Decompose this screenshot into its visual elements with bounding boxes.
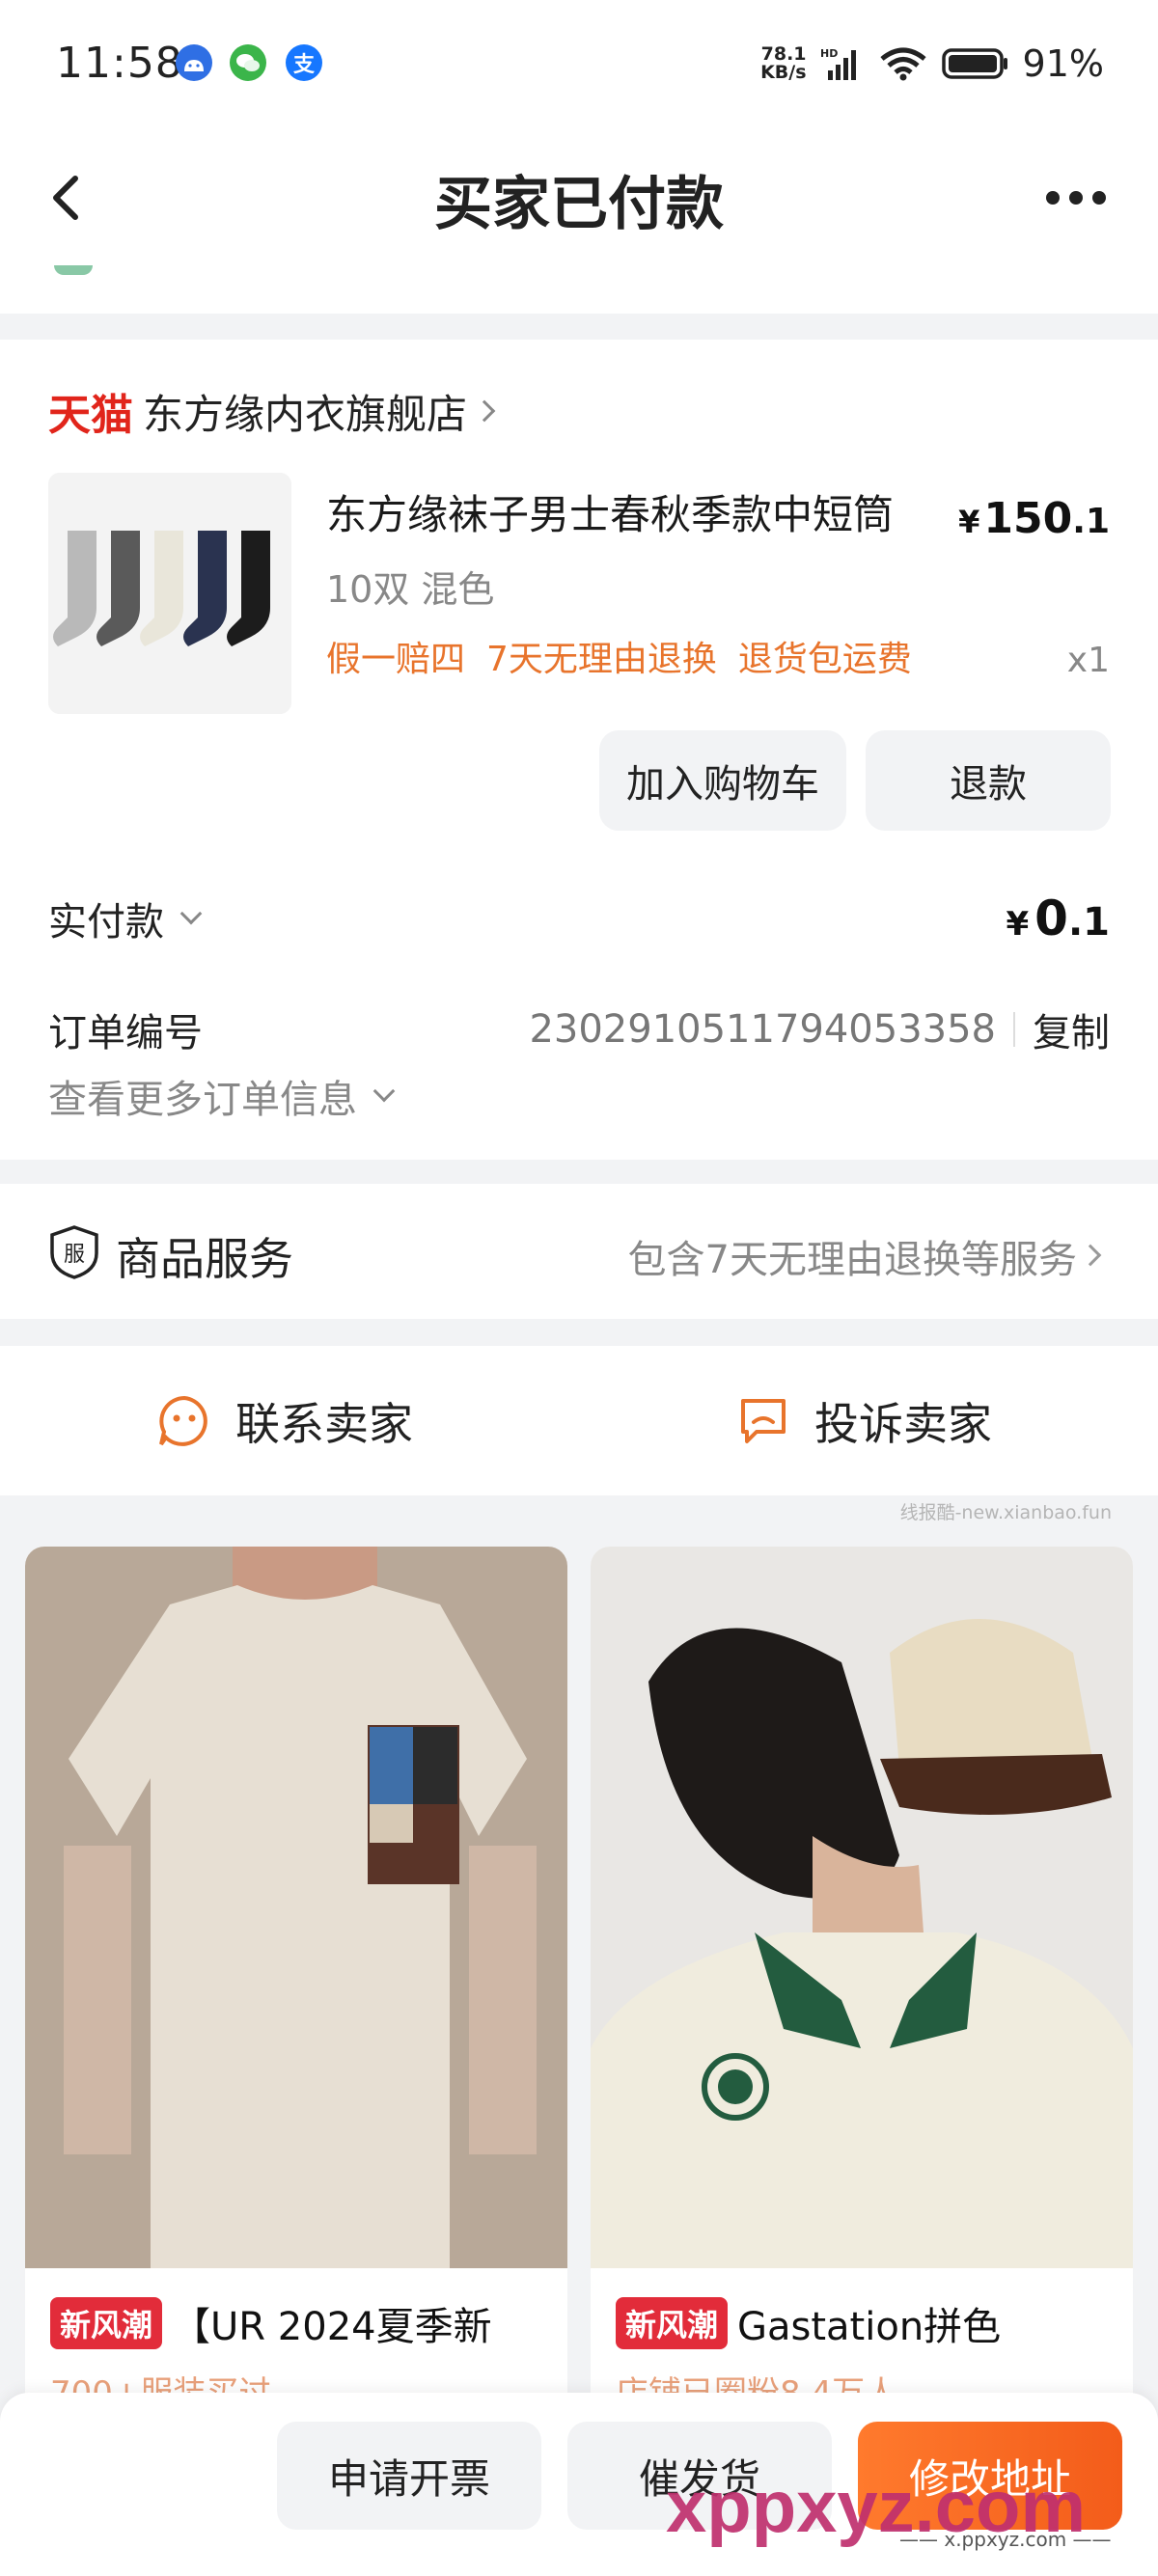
chevron-right-icon	[473, 399, 496, 423]
contact-seller-button[interactable]: 联系卖家	[156, 1389, 413, 1453]
paid-row: 实付款 ¥0.1	[48, 885, 1110, 952]
watermark-text: 线报酷-new.xianbao.fun	[899, 1502, 1112, 1523]
wechat-icon	[230, 44, 266, 81]
net-speed: 78.1 KB/s	[760, 43, 807, 83]
tag-free-return-shipping: 退货包运费	[737, 640, 912, 679]
chat-face-icon	[159, 1395, 207, 1446]
tag-fake-compensation: 假一赔四	[326, 640, 466, 679]
more-options-button[interactable]	[1046, 178, 1116, 217]
chevron-down-icon	[372, 1080, 396, 1103]
trend-badge: 新风潮	[50, 2297, 163, 2349]
wifi-icon	[879, 47, 926, 81]
battery-icon	[941, 48, 1007, 79]
refund-button[interactable]: 退款	[866, 730, 1111, 831]
service-description: 包含7天无理由退换等服务	[627, 1238, 1077, 1282]
header-strip	[0, 265, 1158, 314]
product-sku: 10双 混色	[326, 568, 495, 611]
complaint-icon	[741, 1399, 786, 1443]
service-shield-icon: 服	[50, 1225, 98, 1279]
order-card: 天猫 东方缘内衣旗舰店 东方缘袜子男士春秋季款中短筒 ¥150.1 10双 混色…	[0, 340, 1158, 1160]
status-indicators: 78.1 KB/s HD 91%	[760, 42, 1104, 85]
contact-card: 联系卖家 投诉卖家	[0, 1346, 1158, 1495]
page-title: 买家已付款	[434, 171, 724, 238]
order-number-label: 订单编号	[48, 1011, 203, 1055]
product-price: ¥150.1	[958, 494, 1110, 543]
add-to-cart-button[interactable]: 加入购物车	[599, 730, 846, 831]
nav-header: 买家已付款	[0, 130, 1158, 265]
complain-seller-label: 投诉卖家	[814, 1398, 992, 1450]
service-label: 商品服务	[116, 1233, 293, 1285]
svg-text:HD: HD	[820, 47, 838, 60]
recommendation-card[interactable]: 新风潮 【UR 2024夏季新 700+服装买过	[25, 1547, 567, 2415]
socks-image	[48, 473, 291, 714]
chevron-down-icon[interactable]	[179, 902, 203, 925]
trend-badge: 新风潮	[616, 2297, 729, 2349]
more-order-info-link[interactable]: 查看更多订单信息	[48, 1068, 396, 1124]
product-quantity: x1	[1066, 641, 1110, 680]
product-image[interactable]	[48, 473, 291, 714]
product-tags: 假一赔四 7天无理由退换 退货包运费	[326, 631, 912, 681]
svg-text:服: 服	[64, 1243, 85, 1267]
product-title[interactable]: 东方缘袜子男士春秋季款中短筒	[326, 482, 894, 541]
status-time: 11:58	[56, 39, 183, 88]
recommendation-card[interactable]: 新风潮 Gastation拼色 店铺已圈粉8.4万人	[591, 1547, 1133, 2415]
order-number: 2302910511794053358	[529, 1007, 996, 1052]
paid-label: 实付款	[48, 900, 164, 945]
battery-level: 91%	[1022, 42, 1104, 85]
divider	[1013, 1012, 1015, 1047]
status-bar: 11:58 支 78.1 KB/s HD 91%	[0, 0, 1158, 130]
request-invoice-button[interactable]: 申请开票	[277, 2422, 541, 2530]
brand-url: —— x.ppxyz.com ——	[899, 2528, 1112, 2551]
service-row[interactable]: 服 商品服务 包含7天无理由退换等服务	[0, 1184, 1158, 1319]
more-dots-icon	[1046, 191, 1060, 205]
signal-icon: HD	[820, 47, 856, 80]
recommendation-title: 【UR 2024夏季新	[172, 2305, 492, 2349]
android-app-icon	[176, 44, 212, 81]
complain-seller-button[interactable]: 投诉卖家	[735, 1389, 992, 1453]
recommendation-title: Gastation拼色	[737, 2305, 1002, 2349]
contact-seller-label: 联系卖家	[235, 1398, 413, 1450]
copy-button[interactable]: 复制	[1033, 1001, 1110, 1057]
shop-link[interactable]: 天猫 东方缘内衣旗舰店	[48, 380, 496, 442]
tmall-logo: 天猫	[48, 391, 133, 440]
recommendation-image	[25, 1547, 567, 2268]
paid-amount: ¥0.1	[1006, 891, 1111, 946]
shop-name: 东方缘内衣旗舰店	[143, 390, 468, 438]
order-number-row: 订单编号 2302910511794053358 复制	[48, 1000, 1110, 1058]
recommendation-image	[591, 1547, 1133, 2268]
tag-7day-return: 7天无理由退换	[486, 640, 717, 679]
chevron-right-icon	[1079, 1244, 1102, 1267]
alipay-icon: 支	[286, 44, 322, 81]
